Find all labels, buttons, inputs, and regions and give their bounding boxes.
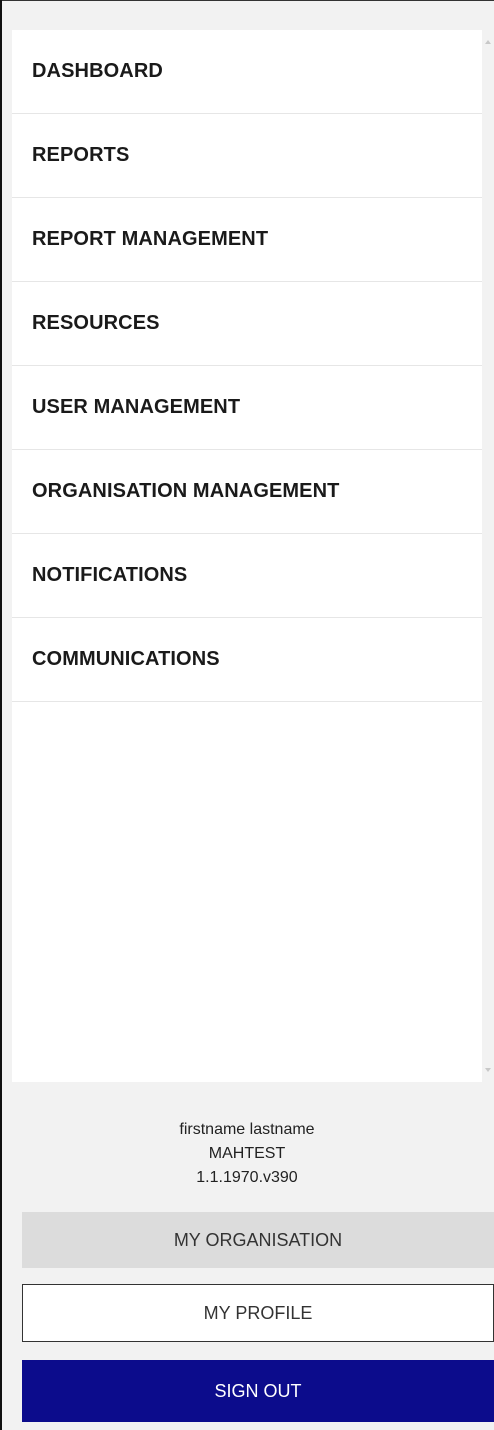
window-top-border bbox=[0, 0, 494, 1]
user-name: firstname lastname bbox=[179, 1121, 315, 1138]
my-organisation-button[interactable]: MY ORGANISATION bbox=[22, 1212, 494, 1268]
menu-scrollbar[interactable] bbox=[482, 30, 494, 1082]
scroll-up-icon[interactable] bbox=[485, 40, 491, 44]
menu-item-user-management[interactable]: USER MANAGEMENT bbox=[12, 366, 482, 450]
menu-item-label: COMMUNICATIONS bbox=[32, 648, 220, 670]
app-version: 1.1.1970.v390 bbox=[196, 1169, 298, 1186]
my-profile-button[interactable]: MY PROFILE bbox=[22, 1284, 494, 1342]
menu-item-report-management[interactable]: REPORT MANAGEMENT bbox=[12, 198, 482, 282]
menu-item-label: NOTIFICATIONS bbox=[32, 564, 188, 586]
menu-item-label: REPORTS bbox=[32, 144, 130, 166]
scroll-down-icon[interactable] bbox=[485, 1068, 491, 1072]
menu-item-label: RESOURCES bbox=[32, 312, 160, 334]
menu-item-dashboard[interactable]: DASHBOARD bbox=[12, 30, 482, 114]
menu-item-label: ORGANISATION MANAGEMENT bbox=[32, 480, 340, 502]
menu-item-resources[interactable]: RESOURCES bbox=[12, 282, 482, 366]
window-left-border bbox=[0, 0, 2, 1430]
navigation-menu: DASHBOARD REPORTS REPORT MANAGEMENT RESO… bbox=[12, 30, 482, 1082]
menu-item-organisation-management[interactable]: ORGANISATION MANAGEMENT bbox=[12, 450, 482, 534]
menu-item-label: REPORT MANAGEMENT bbox=[32, 228, 269, 250]
user-info: firstname lastname MAHTEST 1.1.1970.v390 bbox=[12, 1118, 482, 1190]
menu-list: DASHBOARD REPORTS REPORT MANAGEMENT RESO… bbox=[12, 30, 482, 702]
menu-item-reports[interactable]: REPORTS bbox=[12, 114, 482, 198]
menu-item-label: USER MANAGEMENT bbox=[32, 396, 241, 418]
menu-item-communications[interactable]: COMMUNICATIONS bbox=[12, 618, 482, 702]
sign-out-button[interactable]: SIGN OUT bbox=[22, 1360, 494, 1422]
menu-item-label: DASHBOARD bbox=[32, 60, 163, 82]
menu-item-notifications[interactable]: NOTIFICATIONS bbox=[12, 534, 482, 618]
user-organisation: MAHTEST bbox=[208, 1145, 286, 1162]
